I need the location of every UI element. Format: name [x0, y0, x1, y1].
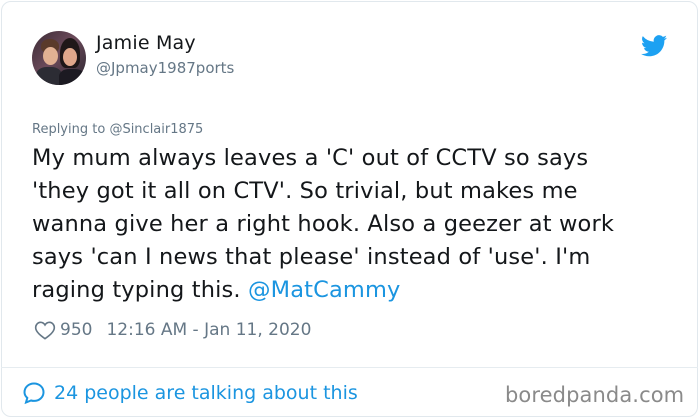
speech-bubble-icon	[23, 382, 45, 405]
tweet-line: wanna give her a right hook. Also a geez…	[32, 211, 615, 237]
user-handle[interactable]: @Jpmay1987ports	[96, 59, 234, 77]
tweet-line: says 'can I news that please' instead of…	[32, 244, 591, 270]
talking-label: 24 people are talking about this	[54, 382, 358, 404]
tweet-line: 'they got it all on CTV'. So trivial, bu…	[32, 178, 578, 204]
heart-icon[interactable]	[34, 320, 56, 340]
tweet-line-last: raging typing this. @MatCammy	[32, 274, 672, 307]
avatar-detail	[59, 69, 85, 85]
like-count: 950	[60, 320, 93, 340]
divider	[1, 367, 698, 368]
twitter-bird-icon[interactable]	[641, 35, 667, 57]
tweet-line: raging typing this.	[32, 277, 248, 303]
replying-prefix: Replying to	[32, 122, 106, 137]
replying-mention[interactable]: @Sinclair1875	[109, 122, 203, 137]
replying-to: Replying to @Sinclair1875	[32, 122, 203, 137]
user-name[interactable]: Jamie May	[96, 32, 196, 54]
timestamp[interactable]: 12:16 AM - Jan 11, 2020	[106, 320, 311, 340]
mention-link[interactable]: @MatCammy	[248, 277, 401, 303]
tweet-line: My mum always leaves a 'C' out of CCTV s…	[32, 145, 589, 171]
avatar-detail	[43, 47, 58, 65]
tweet-meta: 950 12:16 AM - Jan 11, 2020	[34, 318, 311, 342]
tweet-text: My mum always leaves a 'C' out of CCTV s…	[32, 142, 672, 307]
watermark: boredpanda.com	[505, 383, 685, 407]
avatar[interactable]	[32, 31, 86, 85]
avatar-detail	[63, 48, 77, 66]
talking-link[interactable]: 24 people are talking about this	[22, 381, 358, 405]
